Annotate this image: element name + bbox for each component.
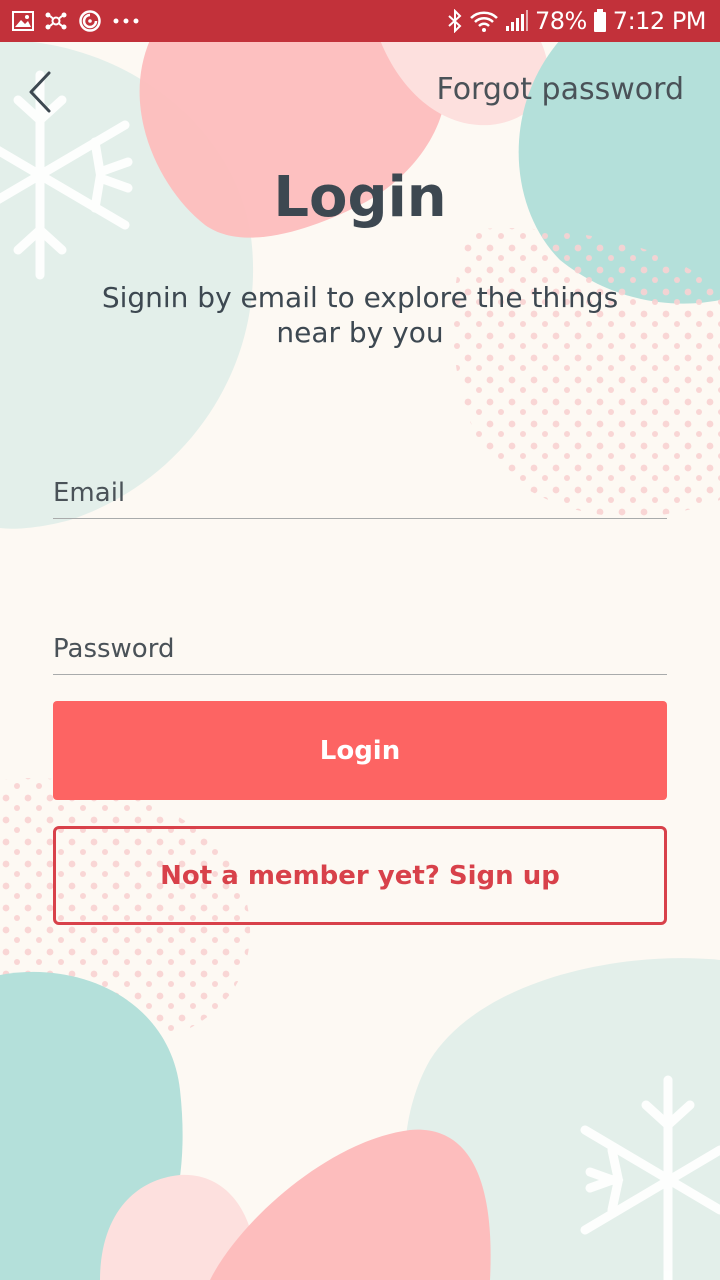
login-button[interactable]: Login <box>53 701 667 800</box>
battery-percent: 78% <box>534 7 587 35</box>
image-icon <box>12 11 34 31</box>
bluetooth-icon <box>447 9 463 33</box>
signup-button[interactable]: Not a member yet? Sign up <box>53 826 667 925</box>
email-field-container <box>53 478 667 519</box>
login-screen: 78% 7:12 PM Forgot password Login Signin… <box>0 0 720 1280</box>
more-dots-icon <box>112 17 140 25</box>
status-time: 7:12 PM <box>612 7 707 35</box>
forgot-password-link[interactable]: Forgot password <box>437 72 684 107</box>
status-bar-left <box>12 9 140 33</box>
password-input[interactable] <box>53 634 667 674</box>
password-field-container <box>53 634 667 675</box>
back-button[interactable] <box>22 68 62 116</box>
status-bar: 78% 7:12 PM <box>0 0 720 42</box>
bluetooth-share-icon <box>44 9 68 33</box>
signal-icon <box>505 9 529 33</box>
battery-icon <box>593 9 607 33</box>
sync-icon <box>78 9 102 33</box>
page-subtitle: Signin by email to explore the things ne… <box>101 281 619 349</box>
page-title: Login <box>273 165 447 230</box>
status-bar-right: 78% 7:12 PM <box>447 7 707 35</box>
chevron-left-icon <box>29 71 51 113</box>
wifi-icon <box>469 9 499 33</box>
email-input[interactable] <box>53 478 667 518</box>
